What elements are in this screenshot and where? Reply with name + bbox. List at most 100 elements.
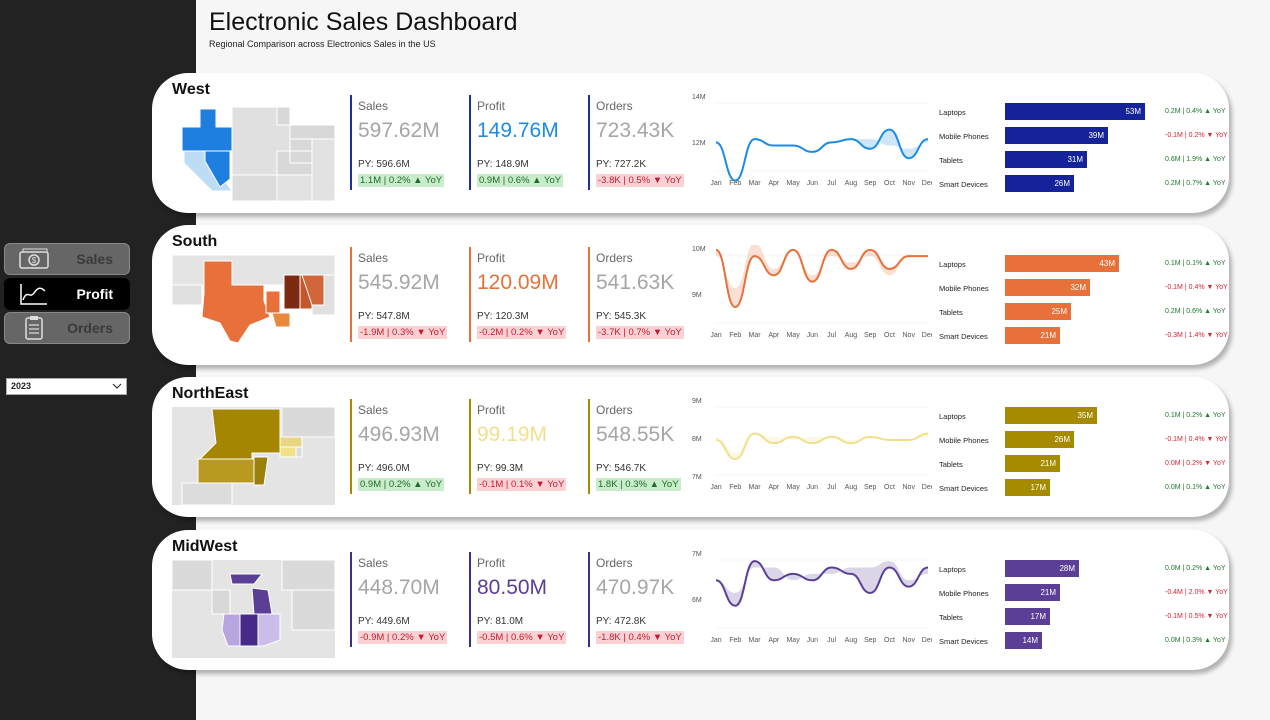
- trend-y-tick: 7M: [692, 474, 702, 481]
- product-bar[interactable]: 17M: [1005, 608, 1050, 625]
- product-bar[interactable]: 26M: [1005, 175, 1074, 192]
- trend-x-tick: Jul: [827, 637, 836, 644]
- kpi-card-sales: Sales 545.92M PY: 547.8M -1.9M | 0.3% ▼ …: [350, 247, 460, 342]
- product-yoy: 0.1M | 0.2% ▲ YoY: [1165, 412, 1226, 419]
- product-row: Laptops 53M 0.2M | 0.4% ▲ YoY: [937, 101, 1227, 125]
- nav-button-profit[interactable]: Profit: [4, 278, 130, 310]
- product-bar[interactable]: 32M: [1005, 279, 1090, 296]
- kpi-yoy-delta: -0.9M | 0.2% ▼ YoY: [358, 631, 448, 644]
- region-map: [172, 407, 335, 505]
- region-card-midwest: MidWest Sales 448.70M PY: 449.6M -0.9M |…: [152, 530, 1229, 670]
- trend-x-tick: Sep: [864, 637, 877, 644]
- product-value: 43M: [1099, 259, 1115, 268]
- trend-y-tick: 8M: [692, 436, 702, 443]
- product-bar[interactable]: 25M: [1005, 303, 1071, 320]
- year-dropdown[interactable]: 2023: [6, 378, 127, 395]
- trend-x-tick: Jan: [710, 180, 721, 187]
- product-row: Mobile Phones 39M -0.1M | 0.2% ▼ YoY: [937, 125, 1228, 149]
- kpi-value: 541.63K: [596, 271, 675, 294]
- product-row: Tablets 31M 0.6M | 1.9% ▲ YoY: [937, 149, 1227, 173]
- trend-x-tick: May: [786, 332, 800, 339]
- product-yoy: 0.0M | 0.2% ▲ YoY: [1165, 565, 1226, 572]
- product-yoy: -0.4M | 2.0% ▼ YoY: [1165, 589, 1228, 596]
- product-value: 28M: [1059, 564, 1075, 573]
- kpi-card-profit: Profit 149.76M PY: 148.9M 0.9M | 0.6% ▲ …: [469, 95, 579, 190]
- trend-x-tick: Feb: [729, 484, 741, 491]
- product-bar[interactable]: 17M: [1005, 479, 1050, 496]
- product-name: Tablets: [939, 460, 963, 469]
- kpi-prior-year: PY: 449.6M: [358, 616, 410, 627]
- kpi-value: 99.19M: [477, 423, 548, 446]
- trend-x-tick: Dec: [922, 637, 932, 644]
- trend-x-tick: Apr: [768, 637, 780, 644]
- product-yoy: 0.2M | 0.6% ▲ YoY: [1165, 308, 1226, 315]
- product-bar[interactable]: 21M: [1005, 327, 1060, 344]
- kpi-label: Orders: [596, 99, 633, 113]
- product-value: 35M: [1077, 411, 1093, 420]
- kpi-prior-year: PY: 99.3M: [477, 463, 524, 474]
- kpi-value: 470.97K: [596, 576, 675, 599]
- kpi-card-profit: Profit 120.09M PY: 120.3M -0.2M | 0.2% ▼…: [469, 247, 579, 342]
- trend-x-tick: Dec: [922, 180, 932, 187]
- product-row: Smart Devices 14M 0.0M | 0.3% ▲ YoY: [937, 630, 1227, 654]
- page-subtitle: Regional Comparison across Electronics S…: [209, 39, 436, 49]
- product-bar[interactable]: 31M: [1005, 151, 1087, 168]
- nav-button-orders[interactable]: Orders: [4, 312, 130, 344]
- trend-x-tick: Feb: [729, 332, 741, 339]
- kpi-yoy-delta: -1.9M | 0.3% ▼ YoY: [358, 326, 448, 339]
- product-bar[interactable]: 39M: [1005, 127, 1108, 144]
- product-bar[interactable]: 26M: [1005, 431, 1074, 448]
- product-yoy: 0.0M | 0.2% ▼ YoY: [1165, 460, 1226, 467]
- trend-x-tick: Aug: [845, 484, 858, 491]
- region-map: [172, 560, 335, 658]
- kpi-label: Profit: [477, 556, 506, 570]
- trend-x-tick: May: [786, 484, 800, 491]
- product-bar-chart: Laptops 28M 0.0M | 0.2% ▲ YoY Mobile Pho…: [937, 558, 1228, 654]
- kpi-prior-year: PY: 546.7K: [596, 463, 647, 474]
- product-yoy: 0.1M | 0.1% ▲ YoY: [1165, 260, 1226, 267]
- trend-x-tick: Nov: [903, 484, 916, 491]
- product-bar[interactable]: 53M: [1005, 103, 1145, 120]
- trend-x-tick: Mar: [749, 180, 762, 187]
- trend-x-tick: Aug: [845, 637, 858, 644]
- product-bar[interactable]: 35M: [1005, 407, 1097, 424]
- product-yoy: 0.0M | 0.3% ▲ YoY: [1165, 637, 1226, 644]
- nav-label: Sales: [76, 251, 113, 267]
- trend-x-tick: Jan: [710, 332, 721, 339]
- trend-x-tick: Mar: [749, 332, 762, 339]
- page-title: Electronic Sales Dashboard: [209, 8, 518, 36]
- trend-x-tick: Oct: [884, 637, 895, 644]
- region-title: MidWest: [172, 538, 238, 555]
- kpi-card-sales: Sales 496.93M PY: 496.0M 0.9M | 0.2% ▲ Y…: [350, 399, 460, 494]
- kpi-yoy-delta: -0.1M | 0.1% ▼ YoY: [477, 478, 567, 491]
- product-bar[interactable]: 21M: [1005, 584, 1060, 601]
- kpi-prior-year: PY: 545.3K: [596, 311, 647, 322]
- product-bar[interactable]: 43M: [1005, 255, 1119, 272]
- kpi-label: Sales: [358, 251, 389, 265]
- kpi-yoy-delta: 1.8K | 0.3% ▲ YoY: [596, 478, 681, 491]
- product-value: 14M: [1022, 636, 1038, 645]
- trend-x-tick: Mar: [749, 637, 762, 644]
- product-name: Smart Devices: [939, 332, 988, 341]
- kpi-value: 496.93M: [358, 423, 440, 446]
- trend-y-tick: 10M: [692, 246, 706, 253]
- kpi-yoy-delta: 1.1M | 0.2% ▲ YoY: [358, 174, 445, 187]
- product-bar[interactable]: 21M: [1005, 455, 1060, 472]
- product-bar[interactable]: 14M: [1005, 632, 1042, 649]
- nav-button-sales[interactable]: $ Sales: [4, 243, 130, 275]
- kpi-value: 548.55K: [596, 423, 675, 446]
- trend-x-tick: Sep: [864, 332, 877, 339]
- product-name: Tablets: [939, 613, 963, 622]
- product-value: 21M: [1040, 459, 1056, 468]
- product-name: Smart Devices: [939, 484, 988, 493]
- product-name: Laptops: [939, 260, 966, 269]
- trend-x-tick: Aug: [845, 332, 858, 339]
- kpi-label: Orders: [596, 251, 633, 265]
- product-value: 17M: [1030, 483, 1046, 492]
- product-bar[interactable]: 28M: [1005, 560, 1079, 577]
- product-name: Smart Devices: [939, 637, 988, 646]
- kpi-label: Sales: [358, 403, 389, 417]
- kpi-yoy-delta: -3.7K | 0.7% ▼ YoY: [596, 326, 684, 339]
- product-yoy: -0.1M | 0.2% ▼ YoY: [1165, 132, 1228, 139]
- trend-x-tick: Dec: [922, 332, 932, 339]
